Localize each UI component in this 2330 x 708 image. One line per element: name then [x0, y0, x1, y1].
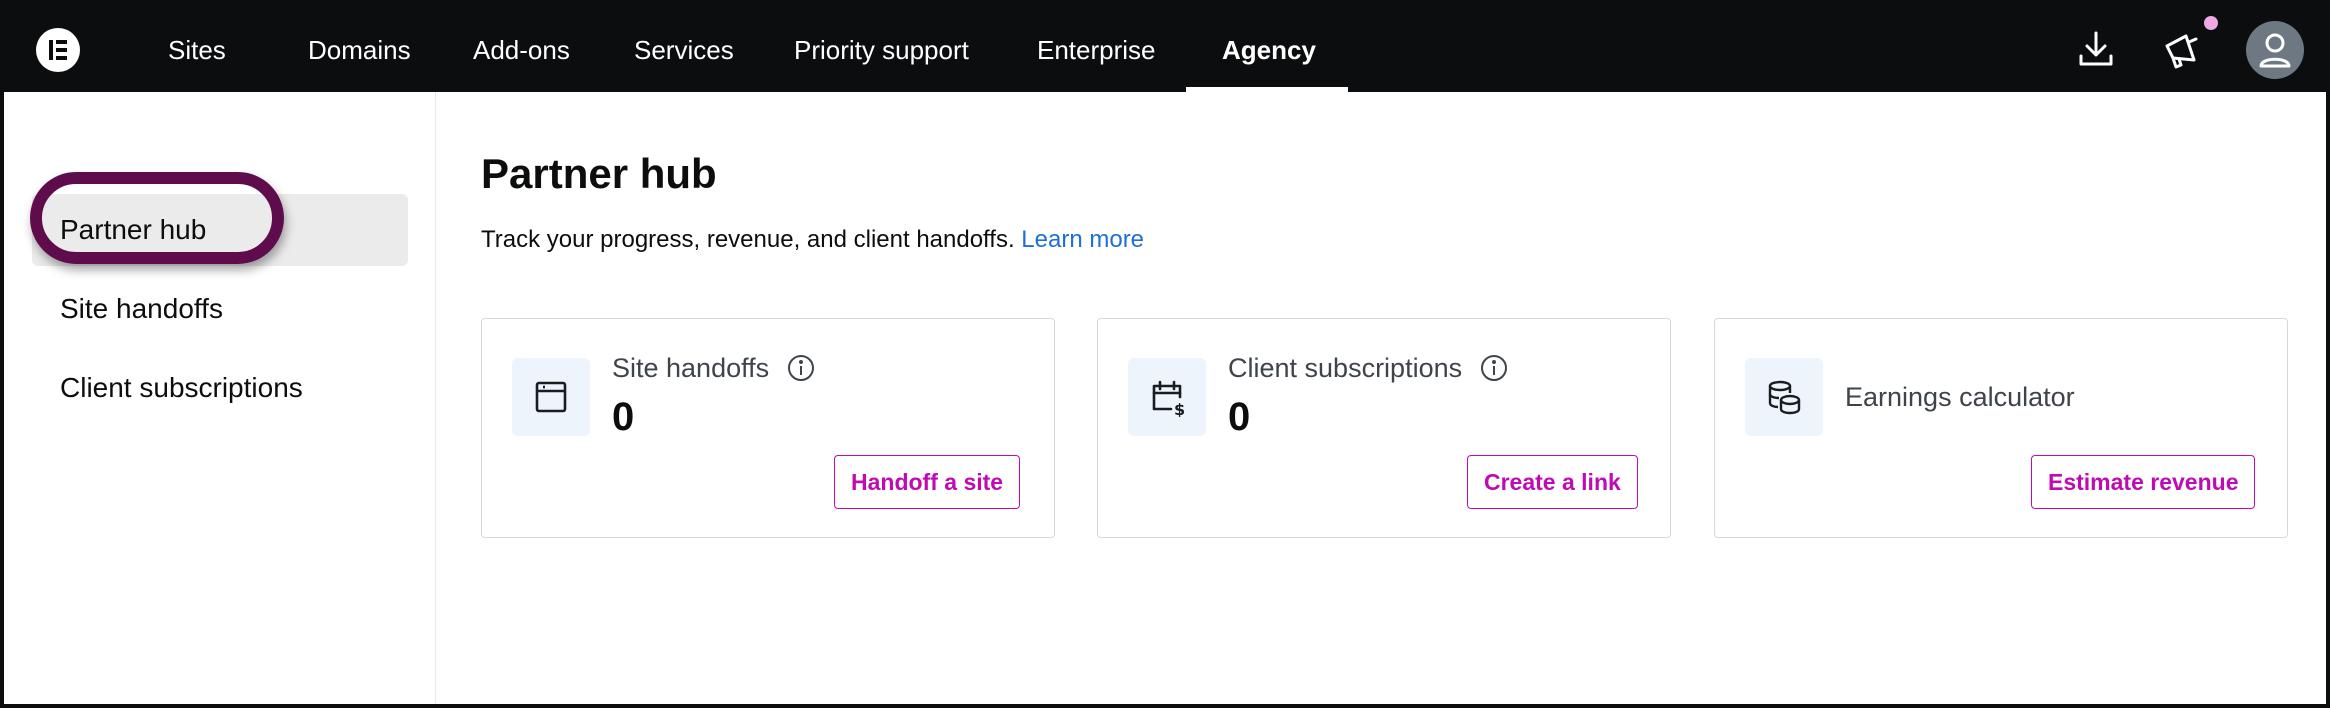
nav-enterprise[interactable]: Enterprise	[1037, 4, 1156, 92]
client-subscriptions-count: 0	[1228, 395, 1251, 439]
handoff-a-site-button[interactable]: Handoff a site	[834, 455, 1021, 509]
card-label-client-subscriptions: Client subscriptions	[1228, 353, 1508, 389]
card-label-text: Site handoffs	[612, 353, 770, 383]
client-subscriptions-card: $ Client subscriptions 0 Create a link	[1097, 318, 1671, 538]
nav-services[interactable]: Services	[634, 4, 734, 92]
coins-stack-icon	[1745, 358, 1823, 436]
active-nav-indicator	[1186, 87, 1348, 92]
estimate-revenue-button[interactable]: Estimate revenue	[2031, 455, 2256, 509]
card-label-text: Client subscriptions	[1228, 353, 1463, 383]
subtitle-text: Track your progress, revenue, and client…	[481, 226, 1015, 253]
learn-more-link[interactable]: Learn more	[1021, 226, 1144, 253]
top-navigation-bar: Sites Domains Add-ons Services Priority …	[4, 4, 2326, 92]
nav-agency[interactable]: Agency	[1222, 4, 1316, 92]
megaphone-icon[interactable]	[2162, 30, 2202, 75]
sidebar-item-partner-hub[interactable]: Partner hub	[32, 194, 408, 266]
calendar-dollar-icon: $	[1128, 358, 1206, 436]
info-icon[interactable]	[787, 354, 815, 389]
notification-dot	[2204, 16, 2218, 30]
sidebar-item-client-subscriptions[interactable]: Client subscriptions	[32, 352, 408, 424]
svg-text:$: $	[1174, 400, 1185, 417]
app-frame: Sites Domains Add-ons Services Priority …	[0, 0, 2330, 708]
page-subtitle: Track your progress, revenue, and client…	[481, 226, 1144, 254]
browser-window-icon	[512, 358, 590, 436]
nav-domains[interactable]: Domains	[308, 4, 411, 92]
info-icon[interactable]	[1480, 354, 1508, 389]
elementor-logo-icon[interactable]	[36, 28, 80, 72]
nav-add-ons[interactable]: Add-ons	[473, 4, 570, 92]
download-icon[interactable]	[2078, 30, 2114, 73]
site-handoffs-count: 0	[612, 395, 635, 439]
site-handoffs-card: Site handoffs 0 Handoff a site	[481, 318, 1055, 538]
page-title: Partner hub	[481, 150, 717, 197]
card-label-earnings-calculator: Earnings calculator	[1845, 382, 2075, 412]
nav-priority-support[interactable]: Priority support	[794, 4, 969, 92]
create-a-link-button[interactable]: Create a link	[1467, 455, 1638, 509]
sidebar-item-site-handoffs[interactable]: Site handoffs	[32, 273, 408, 345]
nav-sites[interactable]: Sites	[168, 4, 226, 92]
user-avatar-icon[interactable]	[2246, 21, 2304, 79]
earnings-calculator-card: Earnings calculator Estimate revenue	[1714, 318, 2288, 538]
card-label-site-handoffs: Site handoffs	[612, 353, 815, 389]
